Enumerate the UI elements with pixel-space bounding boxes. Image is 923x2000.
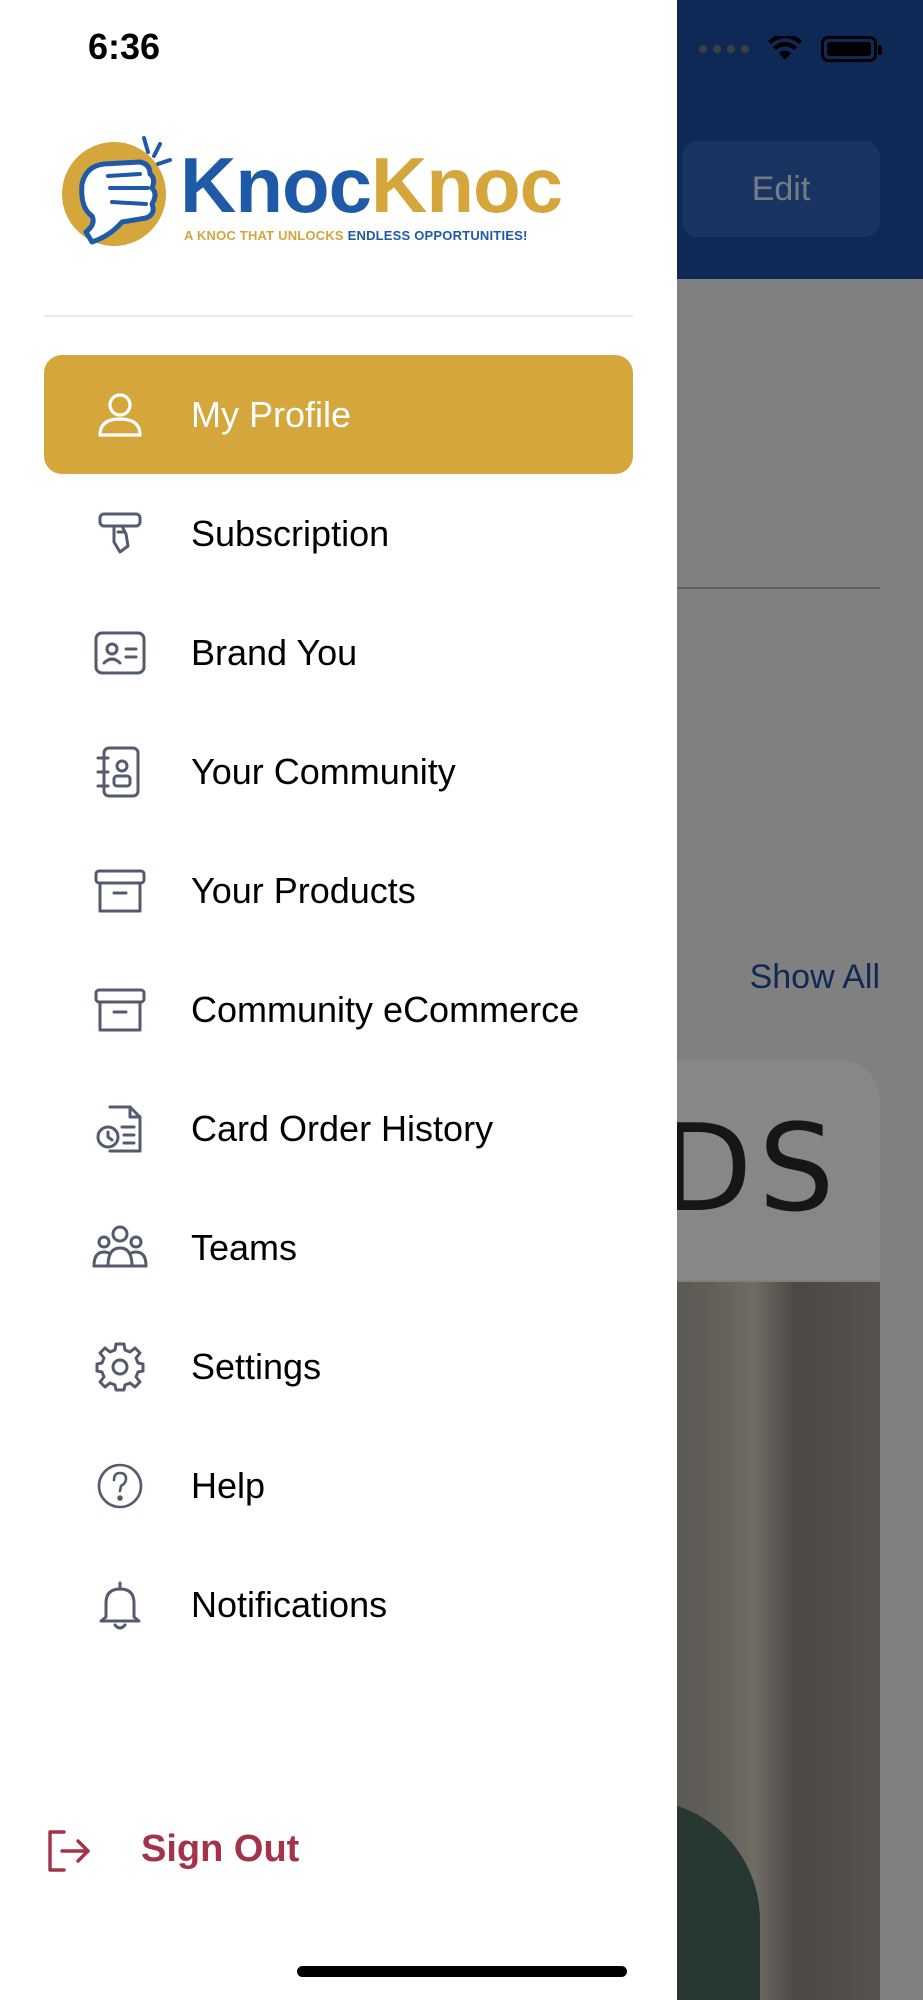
archive-box-icon — [92, 982, 148, 1038]
menu-item-label: My Profile — [191, 393, 352, 435]
user-icon — [92, 387, 148, 443]
knocking-fist-icon — [62, 136, 172, 246]
team-icon — [92, 1220, 148, 1276]
status-time: 6:36 — [88, 26, 161, 67]
subscription-icon — [92, 506, 148, 562]
navigation-drawer: 6:36 KnocKnoc A KNOC THAT UNLOCKS ENDLES… — [0, 0, 677, 2000]
menu-item-brand-you[interactable]: Brand You — [44, 593, 633, 712]
help-icon — [92, 1458, 148, 1514]
menu-item-notifications[interactable]: Notifications — [44, 1545, 633, 1664]
menu-item-label: Your Products — [191, 869, 416, 911]
menu-item-your-community[interactable]: Your Community — [44, 712, 633, 831]
drawer-divider — [44, 315, 633, 317]
logout-icon — [48, 1830, 90, 1872]
menu-item-label: Notifications — [191, 1583, 388, 1625]
bell-icon — [92, 1577, 148, 1633]
menu-item-label: Brand You — [191, 631, 358, 673]
menu-item-subscription[interactable]: Subscription — [44, 474, 633, 593]
sign-out-button[interactable]: Sign Out — [44, 1820, 444, 1880]
order-history-icon — [92, 1101, 148, 1157]
menu-item-label: Settings — [191, 1345, 322, 1387]
menu-item-card-order-history[interactable]: Card Order History — [44, 1069, 633, 1188]
menu-item-label: Card Order History — [191, 1107, 494, 1149]
gear-icon — [92, 1339, 148, 1395]
home-indicator[interactable] — [297, 1966, 627, 1977]
id-card-icon — [92, 625, 148, 681]
menu-item-label: Help — [191, 1464, 266, 1506]
menu-item-label: Community eCommerce — [191, 988, 580, 1030]
sign-out-label: Sign Out — [141, 1828, 300, 1870]
menu-item-community-ecommerce[interactable]: Community eCommerce — [44, 950, 633, 1069]
menu-item-my-profile[interactable]: My Profile — [44, 355, 633, 474]
brand-name: KnocKnoc — [180, 141, 563, 229]
menu-item-your-products[interactable]: Your Products — [44, 831, 633, 950]
brand-logo: KnocKnoc A KNOC THAT UNLOCKS ENDLESS OPP… — [52, 120, 563, 260]
contacts-book-icon — [92, 744, 148, 800]
menu-item-teams[interactable]: Teams — [44, 1188, 633, 1307]
archive-box-icon — [92, 863, 148, 919]
menu-item-label: Your Community — [191, 750, 456, 792]
brand-tagline: A KNOC THAT UNLOCKS ENDLESS OPPORTUNITIE… — [184, 228, 528, 243]
drawer-menu: My Profile Subscription Brand You Your C… — [44, 355, 633, 1664]
menu-item-label: Subscription — [191, 512, 390, 554]
menu-item-settings[interactable]: Settings — [44, 1307, 633, 1426]
menu-item-help[interactable]: Help — [44, 1426, 633, 1545]
menu-item-label: Teams — [191, 1226, 298, 1268]
